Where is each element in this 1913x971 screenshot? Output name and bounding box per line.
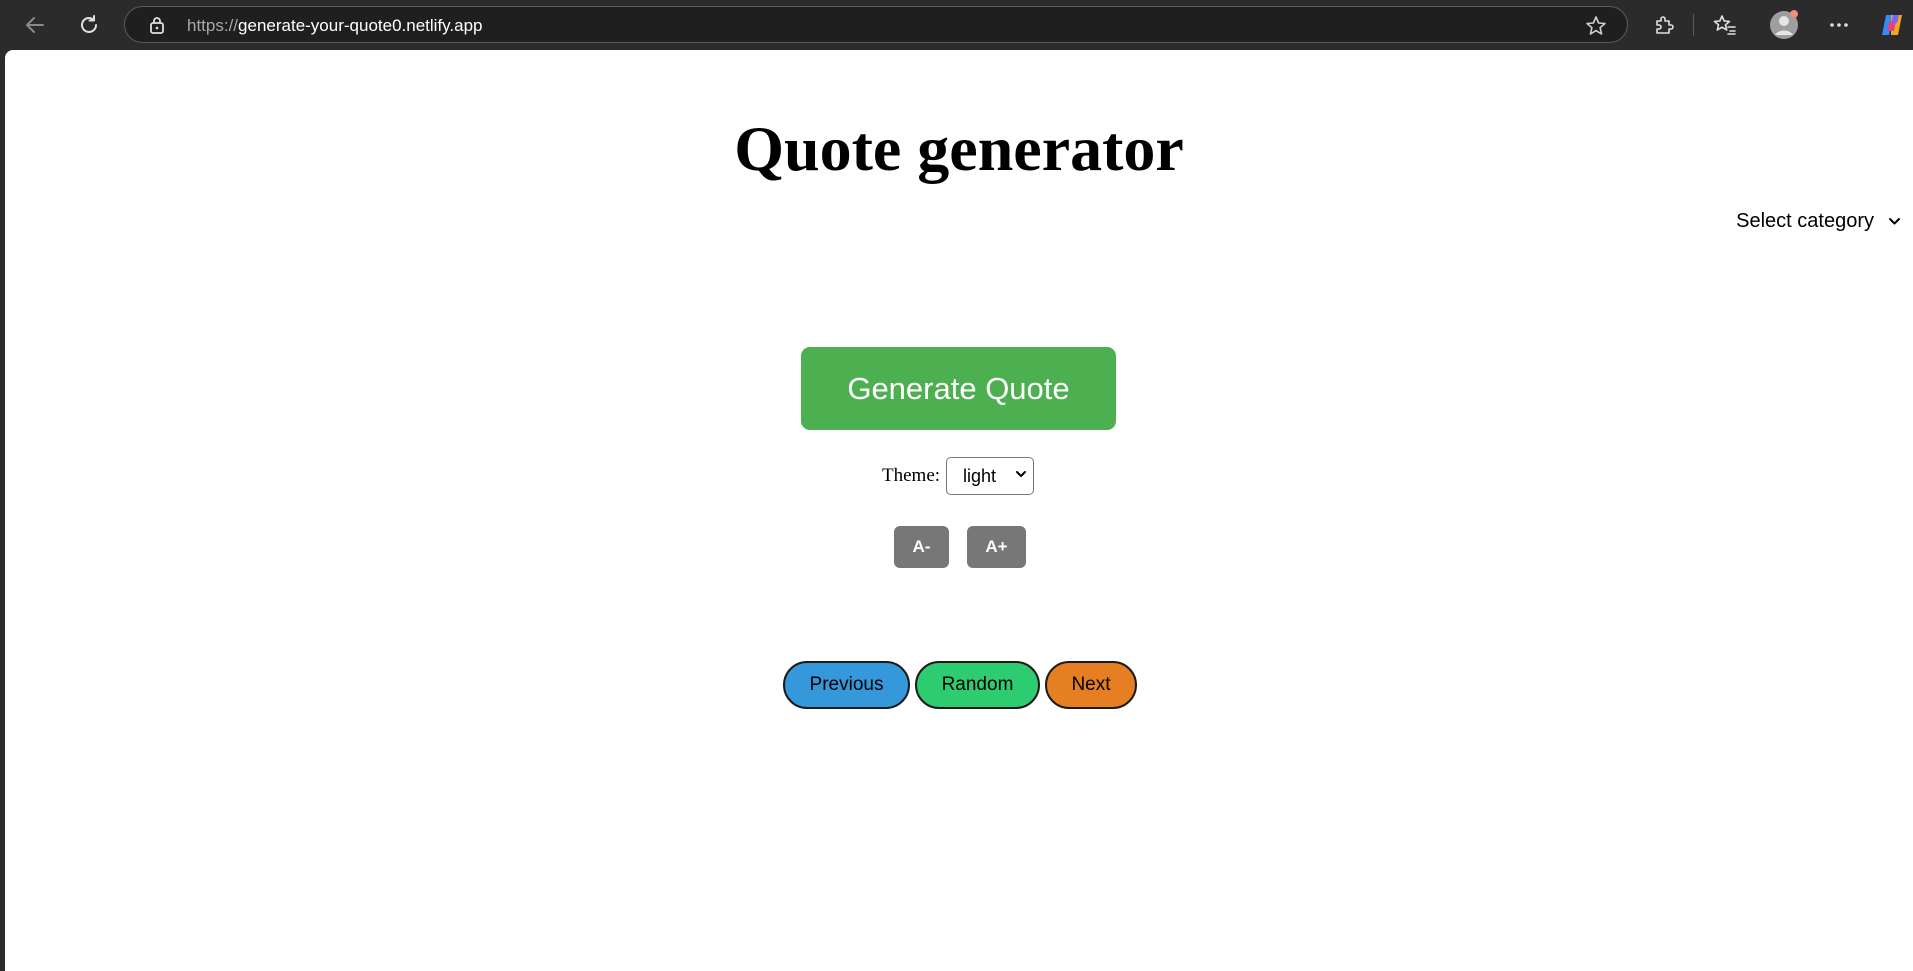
random-button[interactable]: Random: [915, 661, 1040, 709]
page-title: Quote generator: [734, 113, 1184, 184]
url-host: generate-your-quote0.netlify.app: [238, 16, 483, 35]
category-select-value: Select category: [1736, 210, 1874, 232]
more-icon: [1830, 23, 1848, 27]
theme-select-value: light: [963, 465, 997, 486]
chevron-down-icon: [1016, 471, 1027, 477]
favorites-icon: [1713, 15, 1736, 35]
extensions-button[interactable]: [1646, 7, 1682, 43]
profile-icon: [1770, 10, 1798, 39]
copilot-button[interactable]: [1874, 7, 1910, 43]
back-button[interactable]: [17, 7, 53, 43]
theme-label: Theme:: [882, 465, 941, 486]
next-button[interactable]: Next: [1045, 661, 1137, 709]
back-icon: [26, 17, 44, 33]
chevron-down-icon: [1889, 218, 1900, 225]
previous-button[interactable]: Previous: [783, 661, 910, 709]
increase-font-button[interactable]: A+: [967, 526, 1026, 568]
theme-control: Theme: light: [882, 457, 1035, 495]
toolbar-separator: [1693, 14, 1694, 36]
generate-quote-button[interactable]: Generate Quote: [801, 347, 1116, 430]
star-icon[interactable]: [1585, 15, 1607, 37]
copilot-icon: [1882, 15, 1902, 35]
decrease-font-button[interactable]: A-: [894, 526, 949, 568]
theme-select[interactable]: light: [946, 457, 1035, 495]
url-scheme: https://: [187, 16, 239, 35]
lock-icon[interactable]: [149, 16, 165, 34]
profile-button[interactable]: [1766, 7, 1802, 43]
more-button[interactable]: [1821, 7, 1857, 43]
refresh-button[interactable]: [71, 7, 107, 43]
url-text[interactable]: https://generate-your-quote0.netlify.app: [187, 16, 483, 36]
refresh-icon: [81, 15, 97, 33]
category-select[interactable]: Select category: [1736, 210, 1901, 233]
browser-toolbar: https://generate-your-quote0.netlify.app: [0, 0, 1913, 50]
extensions-icon: [1656, 16, 1674, 34]
address-bar[interactable]: https://generate-your-quote0.netlify.app: [124, 6, 1628, 43]
favorites-button[interactable]: [1707, 7, 1743, 43]
page-viewport: Quote generator Select category Generate…: [5, 50, 1913, 971]
